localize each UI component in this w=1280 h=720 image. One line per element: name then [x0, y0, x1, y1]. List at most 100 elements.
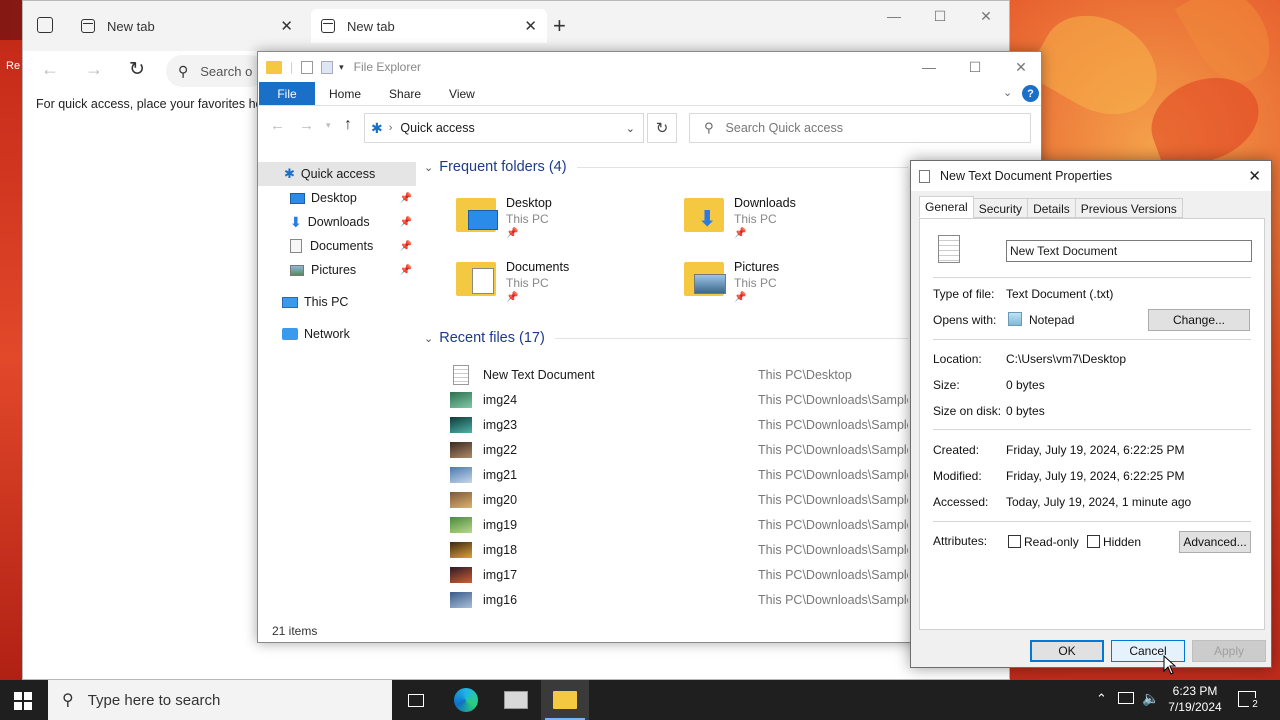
- chevron-down-icon[interactable]: ⌄: [626, 122, 635, 135]
- new-folder-icon[interactable]: [321, 60, 334, 74]
- browser-tab-active[interactable]: New tab ✕: [311, 9, 547, 43]
- folder-name: Documents: [506, 260, 570, 274]
- recent-file-row[interactable]: img20 This PC\Downloads\Sample I: [420, 487, 908, 512]
- pin-icon: 📌: [506, 292, 519, 303]
- pin-icon[interactable]: 📌: [400, 265, 412, 276]
- browser-address-bar[interactable]: ⚲ Search o: [166, 55, 266, 87]
- desktop-icon-label[interactable]: Re: [6, 60, 20, 72]
- clock[interactable]: 6:23 PM 7/19/2024: [1166, 683, 1224, 715]
- recent-file-row[interactable]: img23 This PC\Downloads\Sample I: [420, 412, 908, 437]
- minimize-icon[interactable]: —: [871, 1, 917, 31]
- properties-icon[interactable]: [301, 60, 314, 74]
- nav-item-desktop[interactable]: Desktop 📌: [258, 186, 416, 210]
- recent-file-row[interactable]: img22 This PC\Downloads\Sample I: [420, 437, 908, 462]
- section-divider: [576, 166, 908, 168]
- ribbon-expand-icon[interactable]: ⌄: [1003, 86, 1012, 99]
- pin-icon[interactable]: 📌: [400, 241, 412, 252]
- quick-toolbar-dropdown-icon[interactable]: ▾: [339, 62, 344, 73]
- maximize-icon[interactable]: ☐: [952, 52, 998, 82]
- ribbon-tab-home[interactable]: Home: [315, 82, 375, 105]
- filename-input[interactable]: New Text Document: [1006, 240, 1252, 262]
- address-bar[interactable]: ✱ › Quick access ⌄: [364, 113, 644, 143]
- nav-item-pictures[interactable]: Pictures 📌: [258, 258, 416, 282]
- recent-locations-icon[interactable]: ▾: [326, 120, 331, 131]
- address-row: ← → ▾ ↑ ✱ › Quick access ⌄ ↻ ⚲ Search Qu…: [258, 106, 1041, 150]
- back-arrow-icon[interactable]: ←: [41, 59, 59, 80]
- volume-muted-icon[interactable]: 🔈: [1142, 690, 1159, 707]
- taskbar-search-input[interactable]: ⚲ Type here to search: [48, 680, 392, 720]
- show-hidden-icons-icon[interactable]: ⌃: [1096, 691, 1107, 707]
- apply-button[interactable]: Apply: [1192, 640, 1266, 662]
- tab-general[interactable]: General: [919, 196, 974, 218]
- file-explorer-taskbar-icon[interactable]: [541, 680, 589, 720]
- frequent-folder-desktop[interactable]: Desktop This PC 📌: [420, 192, 640, 250]
- notepad-icon: [1008, 312, 1022, 326]
- frequent-folder-downloads[interactable]: ⬇ Downloads This PC 📌: [648, 192, 868, 250]
- forward-arrow-icon[interactable]: →: [299, 117, 314, 134]
- pin-icon[interactable]: 📌: [400, 193, 412, 204]
- pin-icon[interactable]: 📌: [400, 217, 412, 228]
- hidden-checkbox[interactable]: [1087, 535, 1100, 548]
- recent-files-header[interactable]: ⌄ Recent files (17): [424, 325, 908, 351]
- close-icon[interactable]: ✕: [280, 17, 293, 35]
- close-icon[interactable]: ✕: [1248, 167, 1261, 185]
- recent-file-row[interactable]: img21 This PC\Downloads\Sample I: [420, 462, 908, 487]
- recent-file-row[interactable]: img17 This PC\Downloads\Sample I: [420, 562, 908, 587]
- recent-file-row[interactable]: img19 This PC\Downloads\Sample I: [420, 512, 908, 537]
- explorer-search-input[interactable]: ⚲ Search Quick access: [689, 113, 1031, 143]
- download-icon: ⬇: [290, 213, 302, 230]
- back-arrow-icon[interactable]: ←: [270, 117, 285, 134]
- recent-file-row[interactable]: img16 This PC\Downloads\Sample I: [420, 587, 908, 612]
- ok-button[interactable]: OK: [1030, 640, 1104, 662]
- refresh-icon[interactable]: ↻: [129, 58, 145, 81]
- browser-tab[interactable]: New tab ✕: [71, 9, 303, 43]
- maximize-icon[interactable]: ☐: [917, 1, 963, 31]
- readonly-checkbox[interactable]: [1008, 535, 1021, 548]
- image-thumbnail: [450, 516, 472, 533]
- folder-name: Pictures: [734, 260, 780, 274]
- modified-value: Friday, July 19, 2024, 6:22:25 PM: [1006, 469, 1185, 483]
- file-path: This PC\Downloads\Sample I: [758, 517, 908, 532]
- change-button[interactable]: Change...: [1148, 309, 1250, 331]
- edge-icon[interactable]: [442, 680, 490, 720]
- minimize-icon[interactable]: —: [906, 52, 952, 82]
- nav-item-network[interactable]: Network: [258, 322, 416, 346]
- network-icon[interactable]: [1118, 692, 1134, 704]
- frequent-folder-documents[interactable]: Documents This PC 📌: [420, 256, 640, 314]
- status-item-count: 21 items: [272, 624, 318, 638]
- pin-icon: 📌: [506, 228, 519, 239]
- frequent-folders-header[interactable]: ⌄ Frequent folders (4): [424, 154, 908, 180]
- help-icon[interactable]: ?: [1022, 85, 1039, 102]
- nav-item-this-pc[interactable]: This PC: [258, 290, 416, 314]
- recent-file-row[interactable]: img24 This PC\Downloads\Sample I: [420, 387, 908, 412]
- close-icon[interactable]: ✕: [524, 17, 537, 35]
- recent-file-row[interactable]: New Text Document This PC\Desktop: [420, 362, 908, 387]
- tab-previous-versions[interactable]: Previous Versions: [1074, 198, 1183, 218]
- tab-page-icon: [81, 19, 95, 33]
- forward-arrow-icon[interactable]: →: [85, 59, 103, 80]
- refresh-icon[interactable]: ↻: [647, 113, 677, 143]
- ribbon-tab-share[interactable]: Share: [375, 82, 435, 105]
- close-icon[interactable]: ✕: [963, 1, 1009, 31]
- nav-item-downloads[interactable]: ⬇ Downloads 📌: [258, 210, 416, 234]
- file-name: img23: [483, 417, 518, 432]
- nav-item-quick-access[interactable]: ✱ Quick access: [258, 162, 416, 186]
- task-view-icon[interactable]: [392, 680, 440, 720]
- new-tab-plus-icon[interactable]: +: [553, 13, 566, 39]
- ribbon-tab-file[interactable]: File: [259, 82, 315, 105]
- close-icon[interactable]: ✕: [998, 52, 1044, 82]
- advanced-button[interactable]: Advanced...: [1179, 531, 1251, 553]
- file-name: img20: [483, 492, 518, 507]
- tab-details[interactable]: Details: [1027, 198, 1076, 218]
- tab-security[interactable]: Security: [972, 198, 1029, 218]
- recent-file-row[interactable]: img18 This PC\Downloads\Sample I: [420, 537, 908, 562]
- frequent-folder-pictures[interactable]: Pictures This PC 📌: [648, 256, 868, 314]
- nav-item-documents[interactable]: Documents 📌: [258, 234, 416, 258]
- clock-time: 6:23 PM: [1172, 684, 1218, 698]
- image-thumbnail: [450, 466, 472, 483]
- up-arrow-icon[interactable]: ↑: [344, 116, 352, 134]
- windows-start-icon[interactable]: [14, 692, 32, 710]
- tab-actions-icon[interactable]: [37, 17, 53, 33]
- file-manager-icon[interactable]: [492, 680, 540, 720]
- ribbon-tab-view[interactable]: View: [435, 82, 489, 105]
